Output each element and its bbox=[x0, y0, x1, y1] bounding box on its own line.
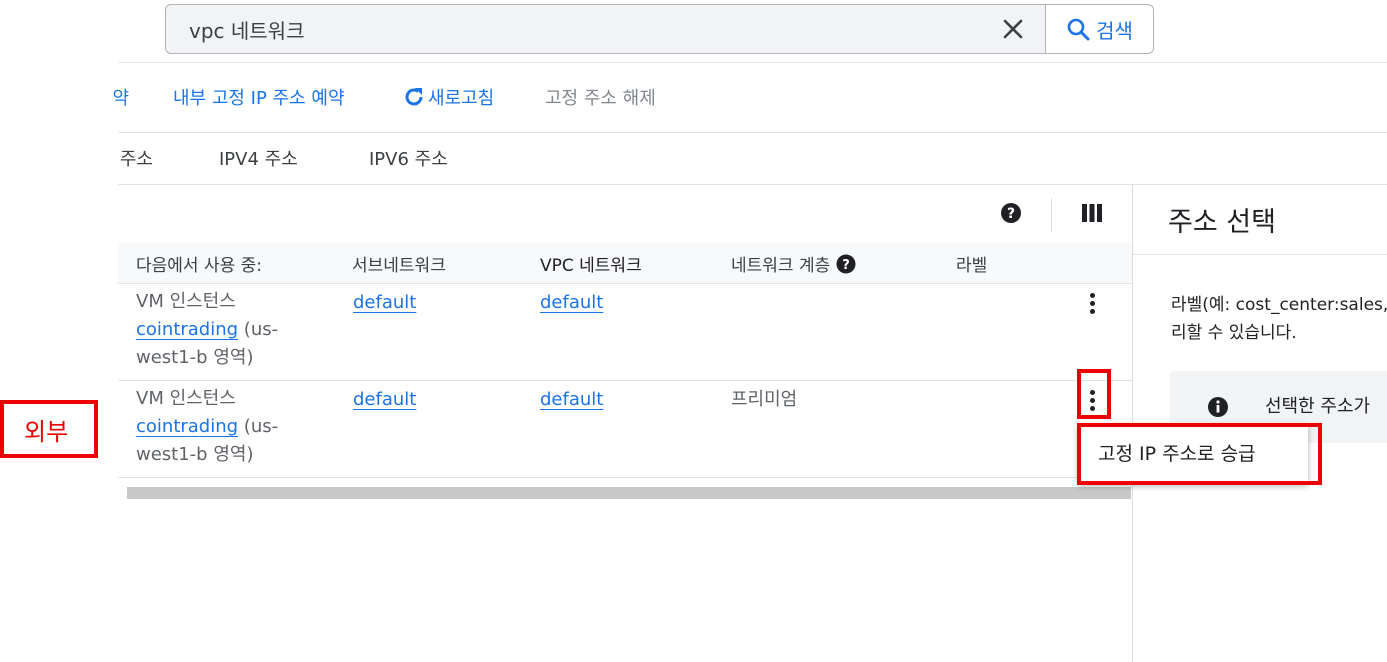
table-row-2-tier: 프리미엄 bbox=[731, 389, 798, 410]
side-panel-divider bbox=[1133, 254, 1387, 255]
tab-addresses[interactable]: 주소 bbox=[118, 145, 153, 171]
column-header-labels[interactable]: 라벨 bbox=[956, 251, 987, 276]
vpc-network-link[interactable]: default bbox=[540, 389, 603, 410]
close-icon bbox=[1003, 19, 1023, 39]
refresh-button[interactable]: 새로고침 bbox=[402, 84, 494, 110]
vpc-network-link[interactable]: default bbox=[540, 292, 603, 313]
reserve-internal-ip-button[interactable]: 내부 고정 IP 주소 예약 bbox=[173, 84, 345, 110]
column-header-in-use-by[interactable]: 다음에서 사용 중: bbox=[136, 251, 262, 276]
highlight-box-kebab bbox=[1077, 369, 1111, 419]
side-panel-description: 라벨(예: cost_center:sales, 리할 수 있습니다. bbox=[1171, 295, 1387, 343]
column-header-network-tier[interactable]: 네트워크 계층 ? bbox=[731, 251, 856, 276]
tab-ipv6-addresses[interactable]: IPV6 주소 bbox=[369, 145, 448, 171]
instance-link[interactable]: cointrading bbox=[136, 319, 238, 340]
divider-tabs bbox=[118, 184, 1387, 185]
table-row-2-vpc: default bbox=[540, 386, 603, 414]
highlight-label-external: 외부 bbox=[24, 418, 69, 446]
help-icon[interactable]: ? bbox=[1000, 202, 1022, 224]
search-input[interactable]: vpc 네트워크 bbox=[166, 15, 981, 44]
table-row-1-vpc: default bbox=[540, 289, 603, 317]
highlight-box-menu-item bbox=[1077, 423, 1322, 485]
release-static-address-button[interactable]: 고정 주소 해제 bbox=[545, 84, 656, 110]
divider-row-1 bbox=[118, 380, 1132, 381]
search-icon bbox=[1067, 18, 1090, 41]
tab-ipv4-addresses[interactable]: IPV4 주소 bbox=[219, 145, 298, 171]
column-header-subnetwork[interactable]: 서브네트워크 bbox=[352, 251, 446, 276]
divider-top bbox=[118, 62, 1387, 63]
column-header-vpc-network[interactable]: VPC 네트워크 bbox=[540, 251, 642, 276]
network-tier-help-icon[interactable]: ? bbox=[836, 254, 856, 274]
svg-text:?: ? bbox=[1007, 206, 1015, 222]
table-row-1-subnetwork: default bbox=[353, 289, 416, 317]
reserve-external-partial-button[interactable]: 약 bbox=[113, 84, 129, 110]
row-1-more-actions-button[interactable] bbox=[1088, 293, 1096, 317]
table-row-2-subnetwork: default bbox=[353, 386, 416, 414]
tools-divider bbox=[1051, 198, 1052, 232]
search-bar: vpc 네트워크 검색 bbox=[165, 4, 1154, 54]
subnetwork-link[interactable]: default bbox=[353, 389, 416, 410]
clear-search-button[interactable] bbox=[981, 5, 1045, 53]
instance-link[interactable]: cointrading bbox=[136, 416, 238, 437]
horizontal-scrollbar[interactable] bbox=[127, 487, 1131, 499]
column-display-icon[interactable] bbox=[1082, 204, 1102, 222]
search-button[interactable]: 검색 bbox=[1046, 5, 1153, 53]
divider-toolbar bbox=[118, 132, 1387, 133]
divider-row-2 bbox=[118, 477, 1132, 478]
info-icon bbox=[1208, 397, 1228, 417]
subnetwork-link[interactable]: default bbox=[353, 292, 416, 313]
search-button-label: 검색 bbox=[1096, 18, 1133, 43]
info-callout-text: 선택한 주소가 bbox=[1265, 396, 1371, 417]
svg-text:?: ? bbox=[842, 258, 850, 273]
table-row-1-in-use-by: VM 인스턴스 cointrading (us- west1-b 영역) bbox=[136, 291, 279, 368]
refresh-icon bbox=[405, 88, 423, 106]
table-row-2-in-use-by: VM 인스턴스 cointrading (us- west1-b 영역) bbox=[136, 388, 279, 465]
divider-header bbox=[118, 283, 1132, 284]
side-panel-title: 주소 선택 bbox=[1168, 207, 1276, 238]
